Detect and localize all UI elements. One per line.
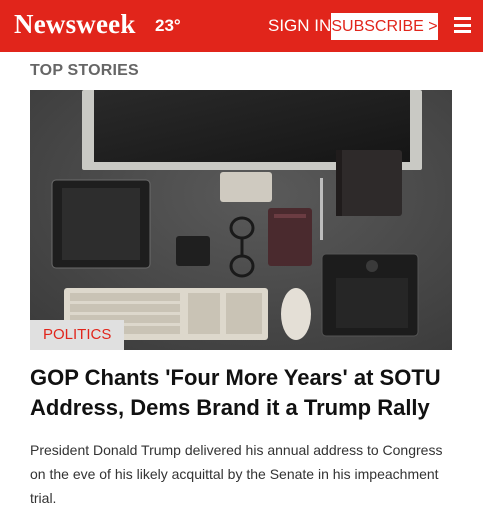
category-tag[interactable]: POLITICS <box>30 320 125 350</box>
section-title: TOP STORIES <box>30 62 139 79</box>
sign-in-link[interactable]: SIGN IN <box>268 16 331 36</box>
top-bar: Newsweek 23° SIGN IN SUBSCRIBE > <box>0 0 483 52</box>
hamburger-menu-icon[interactable] <box>454 17 471 33</box>
article-hero-image[interactable] <box>30 90 452 350</box>
newsweek-logo[interactable]: Newsweek <box>14 9 136 40</box>
weather-temperature[interactable]: 23° <box>155 16 181 36</box>
article-headline[interactable]: GOP Chants 'Four More Years' at SOTU Add… <box>30 363 450 423</box>
article-summary: President Donald Trump delivered his ann… <box>30 442 443 506</box>
subscribe-button[interactable]: SUBSCRIBE > <box>331 13 438 40</box>
